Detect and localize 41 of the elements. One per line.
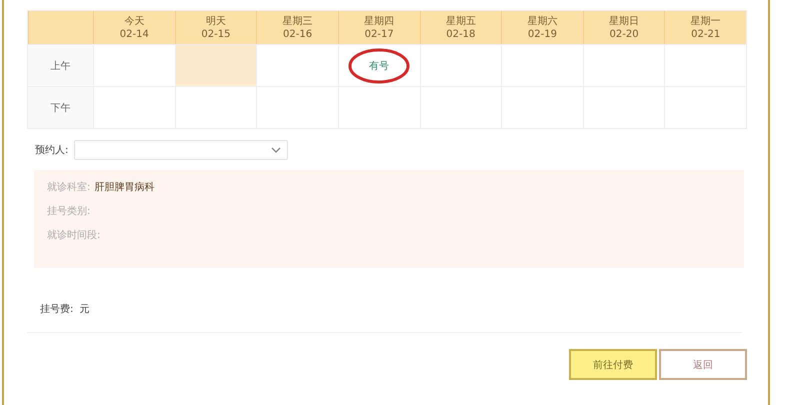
schedule-cell[interactable] bbox=[256, 86, 338, 128]
period-cell: 下午 bbox=[28, 86, 93, 128]
detail-label: 就诊科室: bbox=[47, 180, 90, 194]
back-button[interactable]: 返回 bbox=[659, 349, 747, 380]
day-name: 星期四 bbox=[364, 14, 394, 28]
detail-label: 挂号类别: bbox=[47, 204, 90, 218]
circle-annotation bbox=[348, 48, 410, 84]
day-date: 02-19 bbox=[528, 28, 557, 40]
day-date: 02-16 bbox=[283, 28, 312, 40]
schedule-cell[interactable] bbox=[664, 44, 746, 86]
schedule-cell[interactable] bbox=[174, 44, 256, 86]
day-name: 星期三 bbox=[282, 14, 313, 28]
day-date: 02-18 bbox=[446, 28, 476, 40]
day-date: 02-15 bbox=[201, 28, 230, 40]
day-name: 今天 bbox=[124, 14, 144, 28]
schedule-cell[interactable] bbox=[582, 44, 664, 86]
day-date: 02-17 bbox=[364, 28, 394, 40]
day-date: 02-14 bbox=[120, 28, 149, 40]
chevron-down-icon bbox=[271, 147, 282, 153]
schedule-cell[interactable] bbox=[420, 44, 502, 86]
fee-label: 挂号费: bbox=[40, 302, 74, 316]
schedule-cell[interactable] bbox=[256, 44, 338, 86]
day-date: 02-20 bbox=[610, 28, 639, 40]
fee-unit: 元 bbox=[79, 303, 90, 316]
schedule-cell[interactable] bbox=[93, 44, 175, 86]
schedule-cell[interactable] bbox=[174, 86, 256, 128]
day-name: 星期一 bbox=[690, 14, 721, 28]
day-name: 明天 bbox=[206, 14, 226, 28]
schedule-cell[interactable] bbox=[93, 86, 175, 128]
day-date: 02-21 bbox=[691, 28, 720, 40]
patient-select[interactable] bbox=[74, 140, 288, 160]
detail-label: 就诊时间段: bbox=[47, 228, 100, 242]
schedule-cell[interactable] bbox=[501, 44, 583, 86]
day-name: 星期五 bbox=[446, 14, 476, 28]
day-name: 星期日 bbox=[609, 14, 640, 28]
day-name: 星期六 bbox=[527, 14, 558, 28]
detail-value: 肝胆脾胃病科 bbox=[94, 180, 154, 194]
period-cell: 上午 bbox=[28, 44, 93, 86]
patient-label: 预约人: bbox=[35, 144, 68, 157]
schedule-cell[interactable]: 有号 bbox=[338, 44, 420, 86]
pay-button[interactable]: 前往付费 bbox=[569, 349, 657, 380]
